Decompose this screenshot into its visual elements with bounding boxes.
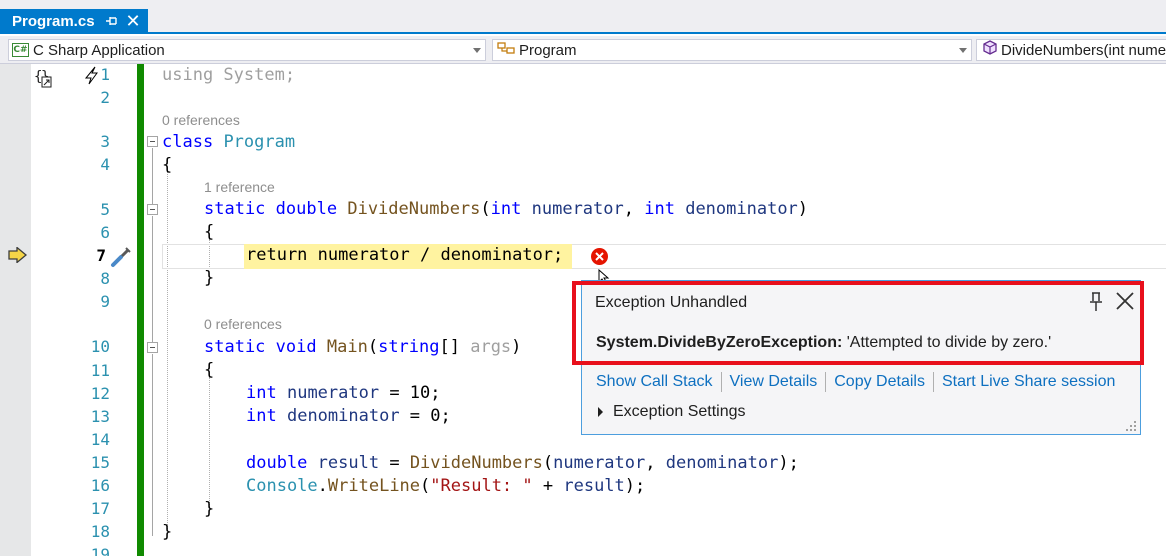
document-tab-strip: Program.cs ✕: [0, 0, 1166, 34]
link-separator: [825, 372, 827, 392]
line-number: 8: [100, 269, 110, 288]
code-line-6: {: [204, 222, 215, 242]
error-x-icon[interactable]: [590, 247, 609, 271]
codelens-references[interactable]: 1 reference: [204, 179, 275, 195]
exception-actions: Show Call Stack View Details Copy Detail…: [596, 372, 1115, 392]
execution-pointer-arrow-icon[interactable]: [8, 246, 28, 268]
type-dropdown-value: Program: [519, 41, 577, 59]
code-line-18: }: [162, 522, 173, 542]
exception-settings-expander[interactable]: Exception Settings: [598, 403, 746, 421]
close-tab-icon[interactable]: ✕: [124, 11, 142, 31]
code-line-11: {: [204, 360, 215, 380]
code-line-3: class Program: [162, 132, 296, 152]
outline-line: [152, 216, 153, 292]
copy-details-link[interactable]: Copy Details: [834, 373, 925, 391]
navigation-bar: C# C Sharp Application Program DivideNum…: [0, 36, 1166, 64]
code-snippet-braces-icon[interactable]: {}: [34, 68, 56, 95]
line-number: 5: [100, 200, 110, 219]
line-number: 10: [90, 337, 110, 356]
code-line-5: static double DivideNumbers(int numerato…: [204, 199, 809, 219]
codelens-references[interactable]: 0 references: [204, 316, 282, 332]
line-number: 18: [90, 522, 110, 541]
start-live-share-link[interactable]: Start Live Share session: [942, 373, 1115, 391]
project-dropdown-value: C Sharp Application: [33, 41, 165, 59]
code-line-8: }: [204, 268, 215, 288]
tab-title: Program.cs: [12, 13, 95, 30]
code-line-16: Console.WriteLine("Result: " + result);: [246, 476, 646, 496]
project-dropdown[interactable]: C# C Sharp Application: [8, 39, 486, 61]
resize-grip-icon[interactable]: [1125, 419, 1137, 431]
pin-tab-icon[interactable]: [104, 12, 120, 30]
line-number: 4: [100, 155, 110, 174]
outline-line: [152, 292, 153, 342]
link-separator: [720, 372, 722, 392]
code-line-4: {: [162, 155, 173, 175]
namespace: System;: [213, 65, 296, 85]
chevron-down-icon: [959, 48, 967, 53]
chevron-down-icon: [473, 48, 481, 53]
code-line-17: }: [204, 499, 215, 519]
tab-program-cs[interactable]: Program.cs ✕: [0, 9, 148, 34]
expand-triangle-icon: [598, 407, 603, 417]
collapse-class-toggle[interactable]: [147, 136, 158, 147]
collapse-method-toggle[interactable]: [147, 204, 158, 215]
line-number: 3: [100, 132, 110, 151]
line-number: 16: [90, 476, 110, 495]
outline-line: [152, 354, 153, 526]
code-line-13: int denominator = 0;: [246, 406, 451, 426]
indicator-margin[interactable]: [0, 64, 31, 556]
method-cube-icon: [981, 40, 999, 60]
show-call-stack-link[interactable]: Show Call Stack: [596, 373, 713, 391]
code-line-10: static void Main(string[] args): [204, 337, 522, 357]
csharp-project-icon: C#: [12, 43, 29, 57]
collapse-main-toggle[interactable]: [147, 342, 158, 353]
line-number: 17: [90, 499, 110, 518]
current-line-number: 7: [96, 246, 106, 265]
indent-guide: [167, 171, 168, 531]
outline-line: [152, 526, 153, 536]
codelens-references[interactable]: 0 references: [162, 112, 240, 128]
line-number: 9: [100, 292, 110, 311]
code-line-1: using System;: [162, 65, 295, 85]
class-icon: [497, 40, 517, 60]
member-dropdown-value: DivideNumbers(int numerator, int denomin…: [1001, 41, 1166, 59]
exception-settings-label: Exception Settings: [613, 403, 746, 420]
quick-actions-screwdriver-icon[interactable]: [110, 246, 132, 273]
highlight-annotation-frame: [572, 281, 1144, 365]
line-number: 14: [90, 430, 110, 449]
line-number: 15: [90, 453, 110, 472]
view-details-link[interactable]: View Details: [730, 373, 818, 391]
saved-changes-bar: [137, 64, 144, 556]
line-number: 11: [90, 361, 110, 380]
code-line-7: return numerator / denominator;: [246, 245, 564, 265]
line-number: 6: [100, 223, 110, 242]
code-line-15: double result = DivideNumbers(numerator,…: [246, 453, 799, 473]
line-number: 13: [90, 407, 110, 426]
indent-guide: [209, 377, 210, 509]
member-dropdown[interactable]: DivideNumbers(int numerator, int denomin…: [976, 39, 1166, 61]
link-separator: [932, 372, 934, 392]
code-line-12: int numerator = 10;: [246, 383, 441, 403]
line-number: 1: [100, 65, 110, 84]
line-number: 2: [100, 88, 110, 107]
keyword: using: [162, 65, 214, 85]
type-dropdown[interactable]: Program: [492, 39, 972, 61]
line-number: 12: [90, 384, 110, 403]
line-number: 19: [90, 545, 110, 556]
